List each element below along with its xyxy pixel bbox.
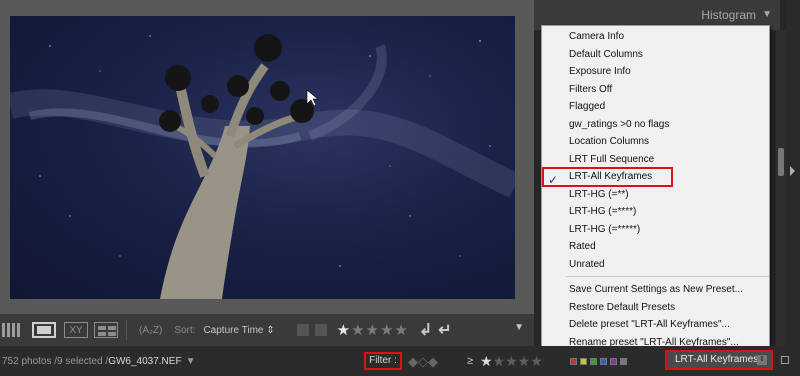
- menu-item-rated[interactable]: Rated: [569, 238, 596, 255]
- select-arrows-icon[interactable]: ⇕: [757, 355, 767, 365]
- menu-item-lrt-hg-5[interactable]: LRT-HG (=*****): [569, 221, 640, 238]
- menu-item-flagged[interactable]: Flagged: [569, 98, 605, 115]
- color-filter-red[interactable]: [570, 358, 577, 365]
- menu-separator: [566, 276, 769, 277]
- current-filename: GW6_4037.NEF: [108, 356, 182, 367]
- quiver-tree-night-photo: [10, 34, 515, 299]
- color-filter-other[interactable]: [620, 358, 627, 365]
- filter-flags-icon[interactable]: ◆◇◆: [408, 354, 438, 370]
- menu-item-location-columns[interactable]: Location Columns: [569, 133, 649, 150]
- toolbar-content-dropdown-icon[interactable]: ▼: [514, 322, 524, 333]
- menu-item-lrt-hg-4[interactable]: LRT-HG (=****): [569, 203, 636, 220]
- scrollbar-thumb[interactable]: [778, 148, 784, 176]
- rotate-right-icon[interactable]: ↵: [438, 320, 451, 340]
- menu-action-delete-preset[interactable]: Delete preset "LRT-All Keyframes"...: [569, 316, 730, 333]
- filter-preset-value: LRT-All Keyframes: [675, 354, 759, 365]
- filter-rating-stars[interactable]: ★★★★★: [480, 353, 543, 370]
- histogram-title: Histogram: [701, 8, 756, 22]
- menu-item-unrated[interactable]: Unrated: [569, 256, 605, 273]
- compare-view-button[interactable]: XY: [64, 322, 88, 338]
- menu-item-gw-ratings[interactable]: gw_ratings >0 no flags: [569, 116, 669, 133]
- color-filter-blue[interactable]: [600, 358, 607, 365]
- rating-stars[interactable]: ★★★★★: [337, 321, 409, 339]
- filter-presets-menu: Camera Info Default Columns Exposure Inf…: [541, 25, 770, 348]
- flag-pick-icon[interactable]: [296, 324, 309, 336]
- photo-count-text: 752 photos /9 selected /: [2, 356, 109, 367]
- menu-item-default-columns[interactable]: Default Columns: [569, 46, 643, 63]
- library-toolbar: XY (A₂Z) Sort: Capture Time ⇕ ★★★★★ ↲ ↵ …: [0, 314, 534, 346]
- menu-action-restore-defaults[interactable]: Restore Default Presets: [569, 299, 675, 316]
- filter-preset-select[interactable]: LRT-All Keyframes ⇕: [665, 350, 773, 370]
- main-photo[interactable]: [10, 16, 515, 299]
- color-filter-yellow[interactable]: [580, 358, 587, 365]
- color-filter-green[interactable]: [590, 358, 597, 365]
- menu-item-camera-info[interactable]: Camera Info: [569, 28, 624, 45]
- menu-action-save-preset[interactable]: Save Current Settings as New Preset...: [569, 281, 743, 298]
- loupe-view-icon[interactable]: [32, 322, 56, 338]
- collapse-right-panel-icon[interactable]: [786, 0, 800, 346]
- loupe-view-panel: XY (A₂Z) Sort: Capture Time ⇕ ★★★★★ ↲ ↵ …: [0, 0, 534, 346]
- color-label-filters: [570, 358, 627, 365]
- sort-select[interactable]: Capture Time ⇕: [203, 325, 274, 336]
- filmstrip-bar: 752 photos /9 selected /GW6_4037.NEF ▼ Fi…: [0, 346, 800, 376]
- menu-item-lrt-all-keyframes[interactable]: LRT-All Keyframes: [569, 168, 652, 185]
- menu-item-lrt-hg-2[interactable]: LRT-HG (=**): [569, 186, 629, 203]
- toolbar-divider: [126, 320, 127, 340]
- menu-item-exposure-info[interactable]: Exposure Info: [569, 63, 631, 80]
- menu-item-filters-off[interactable]: Filters Off: [569, 81, 612, 98]
- right-panel-scrollbar[interactable]: [776, 30, 786, 346]
- menu-item-lrt-full-sequence[interactable]: LRT Full Sequence: [569, 151, 654, 168]
- sort-label: Sort:: [174, 324, 196, 336]
- survey-view-icon[interactable]: [94, 322, 118, 338]
- grid-view-icon[interactable]: [2, 323, 22, 337]
- chevron-down-icon[interactable]: ▼: [186, 356, 196, 367]
- rating-operator[interactable]: ≥: [467, 355, 473, 367]
- sort-direction-icon[interactable]: (A₂Z): [139, 325, 162, 336]
- color-filter-purple[interactable]: [610, 358, 617, 365]
- filmstrip-source-info[interactable]: 752 photos /9 selected /GW6_4037.NEF ▼: [2, 356, 195, 367]
- checkmark-icon: ✓: [548, 173, 559, 187]
- rotate-left-icon[interactable]: ↲: [419, 320, 432, 340]
- flag-reject-icon[interactable]: [314, 324, 327, 336]
- filter-label: Filter :: [364, 352, 402, 370]
- triangle-down-icon[interactable]: ▼: [762, 9, 772, 20]
- filter-lock-icon[interactable]: [781, 356, 789, 364]
